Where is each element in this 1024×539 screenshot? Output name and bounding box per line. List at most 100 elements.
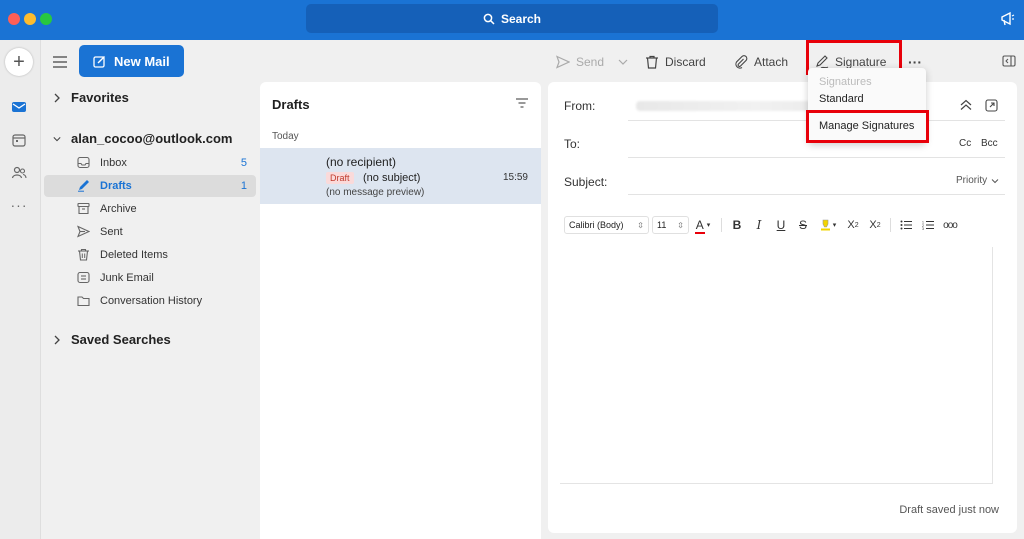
pop-out-panel-icon[interactable] [1002,55,1016,67]
subscript-icon[interactable]: X2 [864,216,886,234]
search-bar[interactable]: Search [306,4,718,33]
send-icon [556,55,570,69]
pop-out-icon[interactable] [985,99,998,112]
collapse-up-icon[interactable] [959,99,973,111]
from-label: From: [564,99,596,113]
font-color-icon: A [694,218,705,234]
priority-dropdown[interactable]: Priority [956,175,999,186]
calendar-icon[interactable] [10,131,28,149]
underline-icon[interactable]: U [770,216,792,234]
account-group[interactable]: alan_cocoo@outlook.com [53,131,232,146]
stepper-icon: ⇳ [637,220,644,230]
recipient: (no recipient) [326,155,397,169]
folder-label: Inbox [100,157,127,169]
folder-label: Archive [100,203,137,215]
chevron-down-icon[interactable] [618,57,628,67]
sent-icon [77,225,90,238]
font-color-button[interactable]: A ▾ [689,216,717,234]
menu-item-standard[interactable]: Standard [819,93,864,105]
folder-item-sent[interactable]: Sent [44,221,256,243]
new-mail-label: New Mail [114,53,170,69]
numbered-list-icon[interactable]: 123 [917,216,939,234]
subject-label: Subject: [564,175,608,189]
discard-button[interactable]: Discard [645,54,706,70]
inbox-icon [77,156,90,169]
discard-label: Discard [665,55,706,69]
compose-icon [93,55,105,68]
title-bar: Search [0,0,1024,40]
bullet-list-icon[interactable] [895,216,917,234]
zoom-window-button[interactable] [40,13,52,25]
megaphone-icon[interactable] [1000,11,1016,27]
strikethrough-icon[interactable]: S [792,216,814,234]
superscript-icon[interactable]: X2 [842,216,864,234]
font-family-value: Calibri (Body) [569,220,624,230]
formatting-toolbar: Calibri (Body) ⇳ 11 ⇳ A ▾ B I U S ▾ X2 X… [564,215,994,235]
message-list: Drafts Today (no recipient) Draft (no su… [260,82,541,539]
folder-item-drafts[interactable]: Drafts 1 [44,175,256,197]
menu-icon[interactable] [52,55,68,69]
unread-count: 5 [240,157,247,169]
font-family-select[interactable]: Calibri (Body) ⇳ [564,216,649,234]
folder-label: Conversation History [100,295,203,307]
menu-header: Signatures [819,76,872,88]
more-formatting-icon[interactable]: ooo [939,216,961,234]
message-body-editor[interactable] [560,247,993,484]
folder-label: Junk Email [100,272,154,284]
junk-icon [77,271,90,284]
font-size-value: 11 [657,220,667,230]
folder-pane: New Mail Favorites alan_cocoo@outlook.co… [41,40,260,539]
send-button[interactable]: Send [556,54,628,70]
list-item[interactable]: (no recipient) Draft (no subject) 15:59 … [260,148,541,204]
chevron-right-icon [54,93,60,102]
item-count: 1 [240,180,247,192]
trash-icon [646,55,658,69]
preview: (no message preview) [326,187,425,198]
chevron-down-icon [53,136,61,141]
subject-input[interactable] [628,162,928,192]
timestamp: 15:59 [502,172,528,183]
minimize-window-button[interactable] [24,13,36,25]
folder-icon [77,296,90,307]
folder-item-junk[interactable]: Junk Email [44,267,256,289]
priority-label: Priority [956,175,988,186]
compose-pane: From: To: Cc Bcc Subject: Priority Calib… [548,82,1017,533]
filter-icon[interactable] [516,98,528,108]
add-icon[interactable]: + [5,48,33,76]
people-icon[interactable] [10,164,28,182]
paperclip-icon [735,55,748,69]
trash-icon [78,248,89,261]
new-mail-button[interactable]: New Mail [79,45,184,77]
send-label: Send [576,55,605,69]
app-rail: + ··· [0,40,41,539]
chevron-right-icon [54,335,60,344]
divider [628,194,1005,195]
folder-label: Drafts [100,180,132,192]
cc-button[interactable]: Cc [959,138,971,149]
favorites-label: Favorites [71,90,129,105]
bold-icon[interactable]: B [726,216,748,234]
bcc-button[interactable]: Bcc [981,138,998,149]
subject: (no subject) [363,172,421,184]
saved-searches-label: Saved Searches [71,332,171,347]
date-group-header: Today [272,131,299,142]
mail-icon[interactable] [10,98,28,116]
folder-item-inbox[interactable]: Inbox 5 [44,152,256,174]
italic-icon[interactable]: I [748,216,770,234]
more-apps-icon[interactable]: ··· [10,196,28,214]
folder-item-archive[interactable]: Archive [44,198,256,220]
highlight-button[interactable]: ▾ [814,216,842,234]
attach-label: Attach [754,55,789,69]
folder-label: Sent [100,226,123,238]
highlighter-icon [820,219,830,231]
saved-searches-group[interactable]: Saved Searches [53,332,171,347]
font-size-select[interactable]: 11 ⇳ [652,216,689,234]
folder-item-deleted[interactable]: Deleted Items [44,244,256,266]
favorites-group[interactable]: Favorites [53,90,129,105]
close-window-button[interactable] [8,13,20,25]
search-icon [483,13,495,25]
folder-item-conversation-history[interactable]: Conversation History [44,290,256,312]
svg-text:3: 3 [922,227,924,230]
attach-button[interactable]: Attach [734,54,788,70]
archive-icon [77,202,90,215]
